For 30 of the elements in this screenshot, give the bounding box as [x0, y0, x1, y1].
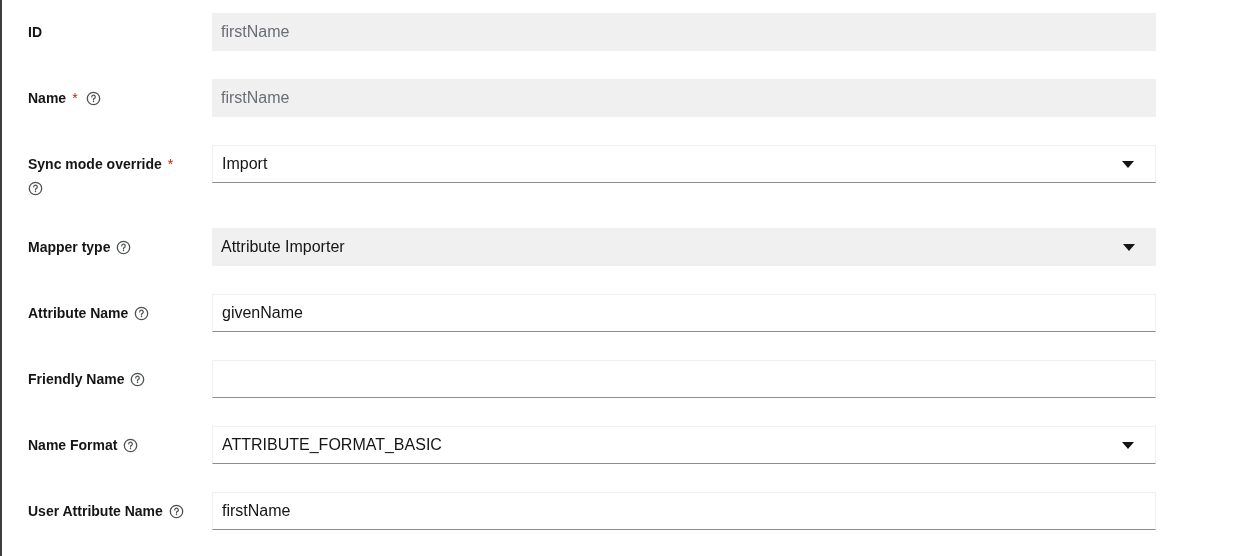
- input-value: firstName: [222, 501, 291, 521]
- select-value: Attribute Importer: [221, 237, 345, 257]
- input-value: givenName: [222, 303, 303, 323]
- help-icon[interactable]: [168, 504, 184, 519]
- field-label: User Attribute Name: [28, 503, 163, 519]
- field-label: Mapper type: [28, 239, 111, 255]
- field-label: ID: [28, 24, 42, 40]
- select-field[interactable]: ATTRIBUTE_FORMAT_BASIC: [212, 426, 1156, 464]
- input-field[interactable]: givenName: [212, 294, 1156, 332]
- help-icon[interactable]: [28, 181, 43, 196]
- caret-icon: [1122, 441, 1134, 449]
- input-value: firstName: [221, 22, 290, 42]
- field-label: Attribute Name: [28, 305, 129, 321]
- input-field[interactable]: firstName: [212, 492, 1156, 530]
- caret-icon: [1123, 243, 1135, 251]
- select-value: ATTRIBUTE_FORMAT_BASIC: [222, 435, 442, 455]
- field-label: Sync mode override: [28, 156, 162, 172]
- help-icon[interactable]: [130, 372, 146, 387]
- field-label: Name Format: [28, 437, 118, 453]
- required-asterisk: *: [72, 90, 78, 106]
- select-value: Import: [222, 154, 268, 174]
- caret-icon: [1122, 160, 1134, 168]
- input-field[interactable]: [212, 360, 1156, 398]
- input-value: firstName: [221, 88, 290, 108]
- help-icon[interactable]: [123, 438, 139, 453]
- help-icon[interactable]: [134, 306, 150, 321]
- field-label: Friendly Name: [28, 371, 125, 387]
- field-label: Name: [28, 90, 67, 106]
- required-asterisk: *: [167, 156, 174, 172]
- select-field[interactable]: Import: [212, 145, 1156, 183]
